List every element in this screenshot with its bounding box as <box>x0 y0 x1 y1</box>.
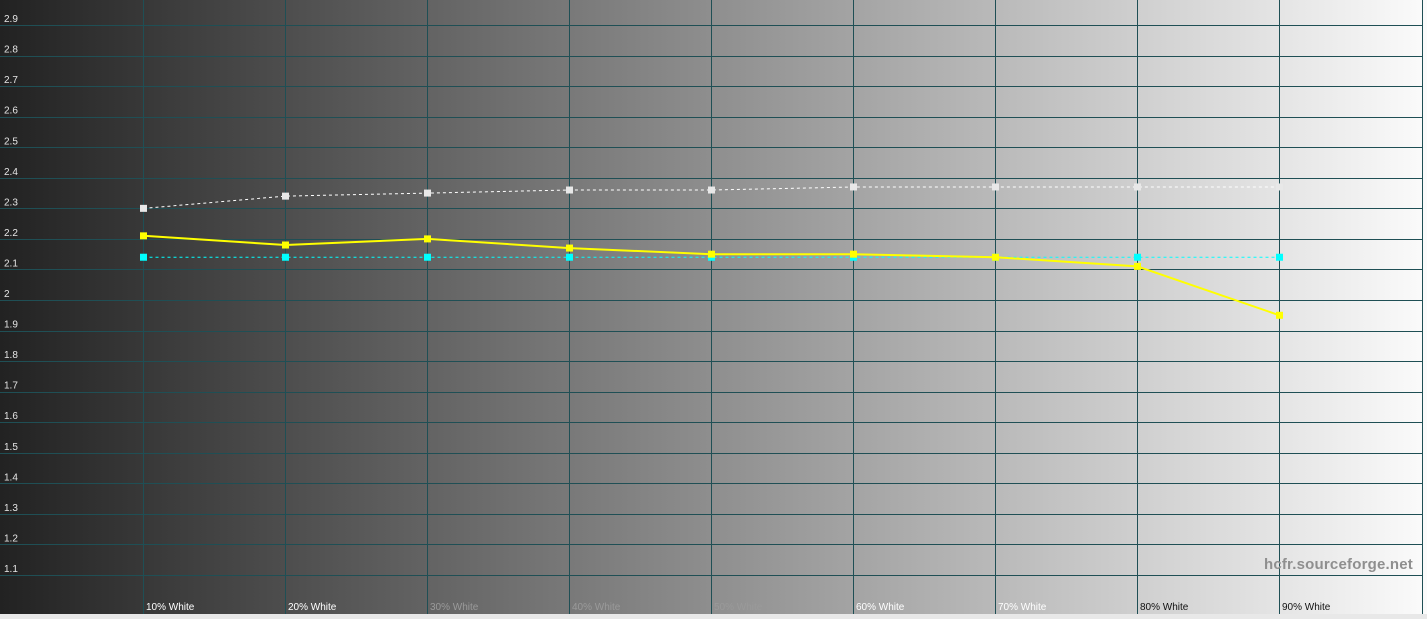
series-point <box>282 253 289 261</box>
y-tick-label: 2.9 <box>4 14 18 25</box>
x-tick-label: 90% White <box>1282 602 1331 613</box>
y-tick-label: 2.4 <box>4 167 18 178</box>
series-point <box>992 253 999 261</box>
y-tick-label: 2.8 <box>4 45 18 56</box>
y-tick-label: 2.5 <box>4 136 18 147</box>
series-point <box>850 183 857 191</box>
series-point <box>566 186 573 194</box>
y-tick-label: 1.1 <box>4 564 18 575</box>
series-point <box>708 250 715 258</box>
x-tick-label: 40% White <box>572 602 621 613</box>
x-tick-label: 10% White <box>146 602 195 613</box>
series-point <box>708 186 715 194</box>
y-tick-label: 1.2 <box>4 533 18 544</box>
series-point <box>140 253 147 261</box>
x-tick-label: 70% White <box>998 602 1047 613</box>
series-point <box>566 253 573 261</box>
y-tick-label: 2.7 <box>4 75 18 86</box>
x-tick-label: 30% White <box>430 602 479 613</box>
series-point <box>566 244 573 252</box>
series-point <box>282 241 289 249</box>
x-tick-label: 80% White <box>1140 602 1189 613</box>
y-tick-label: 2.2 <box>4 228 18 239</box>
plot-background <box>0 0 1427 614</box>
series-point <box>1276 311 1283 319</box>
y-tick-label: 2.1 <box>4 258 18 269</box>
y-tick-label: 2.3 <box>4 197 18 208</box>
series-point <box>1134 253 1141 261</box>
series-point <box>1276 183 1283 191</box>
x-tick-label: 20% White <box>288 602 337 613</box>
watermark: hcfr.sourceforge.net <box>1263 556 1413 573</box>
series-point <box>424 189 431 197</box>
x-axis-tick-labels: 10% White 20% White 30% White 40% White 50% … <box>146 602 1331 613</box>
series-point <box>1134 183 1141 191</box>
series-point <box>1134 262 1141 270</box>
y-tick-label: 1.3 <box>4 503 18 514</box>
y-tick-label: 1.7 <box>4 381 18 392</box>
series-point <box>1276 253 1283 261</box>
series-point <box>140 204 147 212</box>
series-point <box>992 183 999 191</box>
series-point <box>850 250 857 258</box>
bottom-strip <box>0 614 1427 619</box>
series-point <box>282 192 289 200</box>
y-tick-label: 1.8 <box>4 350 18 361</box>
y-tick-label: 1.4 <box>4 472 18 483</box>
series-point <box>424 235 431 243</box>
series-point <box>140 232 147 240</box>
y-tick-label: 1.9 <box>4 320 18 331</box>
y-tick-label: 1.5 <box>4 442 18 453</box>
x-tick-label: 60% White <box>856 602 905 613</box>
y-tick-label: 2 <box>4 289 10 300</box>
y-tick-label: 1.6 <box>4 411 18 422</box>
x-tick-label: 50% White <box>714 602 763 613</box>
y-tick-label: 2.6 <box>4 106 18 117</box>
series-point <box>424 253 431 261</box>
gamma-chart: 1.1 1.2 1.3 1.4 1.5 1.6 1.7 1.8 1.9 2 2.1 2.2 2.3 2.4… <box>0 0 1427 614</box>
